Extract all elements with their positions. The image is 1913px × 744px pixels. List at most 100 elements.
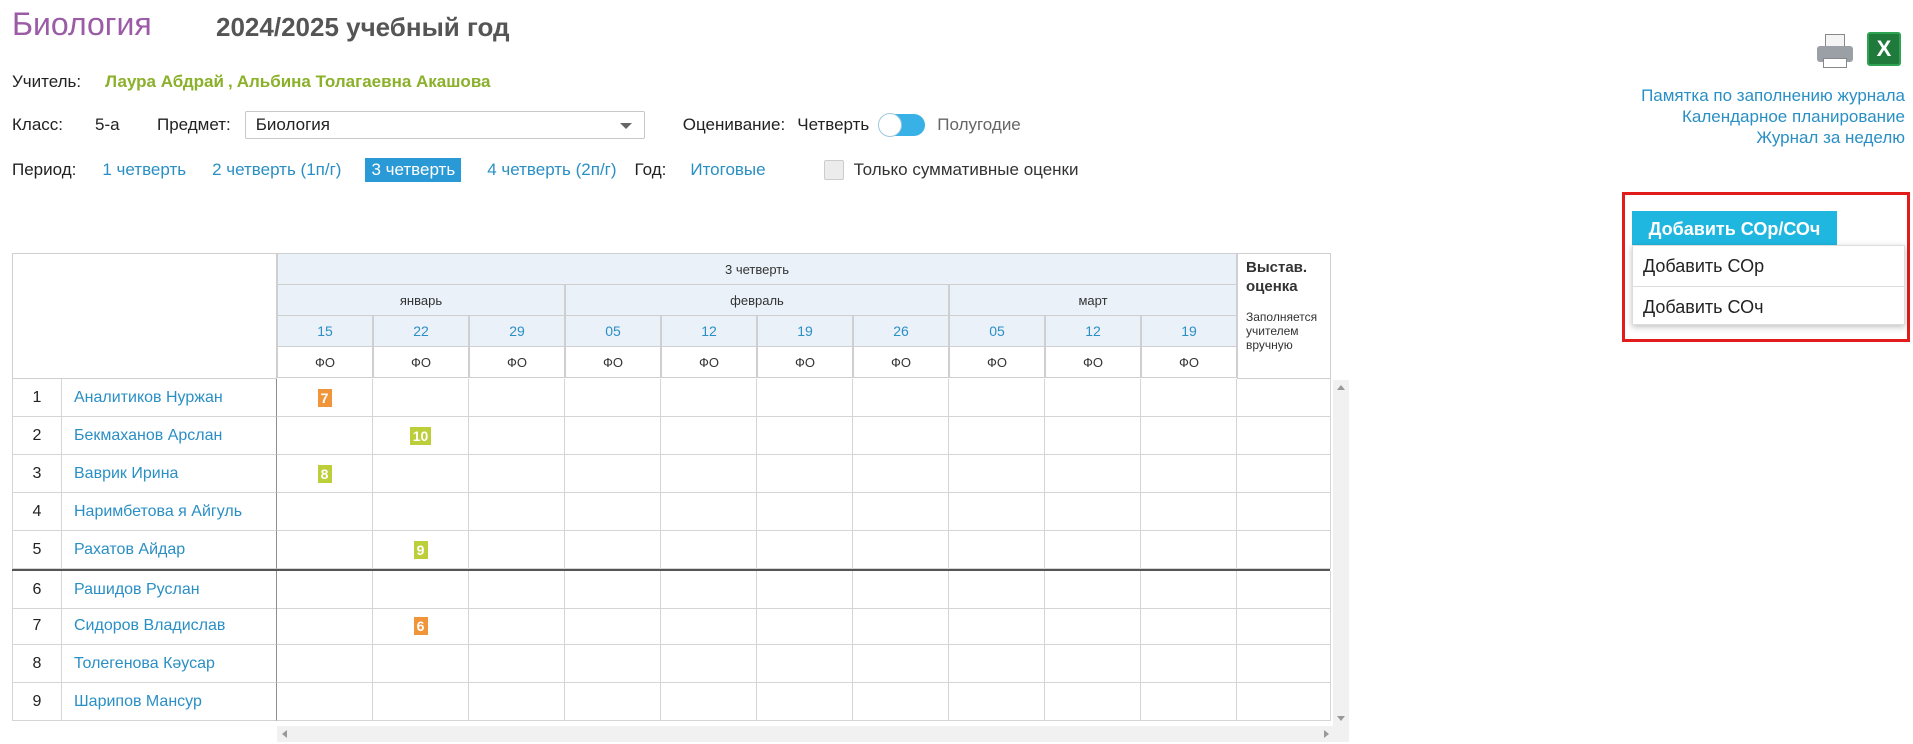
grade-cell[interactable]: 8 [277, 455, 373, 493]
grade-cell[interactable] [757, 607, 853, 645]
grade-cell[interactable] [373, 571, 469, 609]
grade-cell[interactable] [949, 531, 1045, 569]
grade-cell[interactable] [277, 571, 373, 609]
grade-cell[interactable] [1045, 645, 1141, 683]
grade-cell[interactable] [565, 607, 661, 645]
calendar-planning-link[interactable]: Календарное планирование [1641, 106, 1905, 127]
grade-cell[interactable] [661, 455, 757, 493]
grade-badge[interactable]: 9 [413, 540, 428, 559]
grade-cell[interactable] [1045, 683, 1141, 721]
grade-cell[interactable] [469, 571, 565, 609]
grade-cell[interactable] [1141, 683, 1237, 721]
grade-cell[interactable] [661, 571, 757, 609]
grade-badge[interactable]: 8 [317, 464, 332, 483]
student-name-link[interactable]: Ваврик Ирина [62, 455, 277, 493]
grade-cell[interactable] [1045, 455, 1141, 493]
grade-cell[interactable] [853, 571, 949, 609]
final-grade-cell[interactable] [1237, 645, 1331, 683]
grade-cell[interactable] [277, 493, 373, 531]
grade-cell[interactable] [277, 417, 373, 455]
student-name-link[interactable]: Рашидов Руслан [62, 571, 277, 609]
date-header[interactable]: 15 [277, 315, 373, 347]
grade-cell[interactable] [1141, 455, 1237, 493]
grade-cell[interactable] [1141, 571, 1237, 609]
grade-cell[interactable] [565, 683, 661, 721]
student-name-link[interactable]: Рахатов Айдар [62, 531, 277, 569]
grade-cell[interactable] [565, 493, 661, 531]
grade-cell[interactable] [757, 571, 853, 609]
grade-cell[interactable] [373, 455, 469, 493]
period-link[interactable]: 4 четверть (2п/г) [487, 160, 616, 180]
grade-cell[interactable] [277, 607, 373, 645]
grade-cell[interactable] [949, 571, 1045, 609]
grade-cell[interactable] [757, 683, 853, 721]
grade-cell[interactable] [853, 493, 949, 531]
grade-cell[interactable] [373, 683, 469, 721]
grade-badge[interactable]: 7 [317, 388, 332, 407]
student-name-link[interactable]: Сидоров Владислав [62, 607, 277, 645]
final-grade-cell[interactable] [1237, 531, 1331, 569]
grade-cell[interactable] [757, 379, 853, 417]
grade-cell[interactable] [757, 493, 853, 531]
grade-cell[interactable] [949, 455, 1045, 493]
year-final-link[interactable]: Итоговые [690, 160, 765, 180]
grade-badge[interactable]: 6 [413, 616, 428, 635]
grade-cell[interactable] [949, 607, 1045, 645]
grade-cell[interactable] [757, 531, 853, 569]
grade-cell[interactable] [1141, 493, 1237, 531]
final-grade-cell[interactable] [1237, 417, 1331, 455]
grade-cell[interactable] [1045, 493, 1141, 531]
grade-cell[interactable] [1141, 417, 1237, 455]
grade-cell[interactable] [1045, 531, 1141, 569]
grade-cell[interactable] [757, 417, 853, 455]
assessment-toggle[interactable] [878, 113, 926, 137]
grade-cell[interactable] [565, 455, 661, 493]
final-grade-cell[interactable] [1237, 379, 1331, 417]
student-name-link[interactable]: Аналитиков Нуржан [62, 379, 277, 417]
journal-guide-link[interactable]: Памятка по заполнению журнала [1641, 85, 1905, 106]
subject-select[interactable]: Биология [244, 111, 645, 139]
vertical-scrollbar[interactable] [1333, 380, 1349, 726]
date-header[interactable]: 26 [853, 315, 949, 347]
grade-cell[interactable] [1045, 571, 1141, 609]
grade-cell[interactable] [661, 645, 757, 683]
final-grade-cell[interactable] [1237, 455, 1331, 493]
date-header[interactable]: 12 [1045, 315, 1141, 347]
grade-cell[interactable] [469, 417, 565, 455]
student-name-link[interactable]: Шарипов Мансур [62, 683, 277, 721]
grade-cell[interactable] [661, 531, 757, 569]
summative-only-checkbox[interactable] [823, 160, 844, 180]
final-grade-cell[interactable] [1237, 607, 1331, 645]
grade-cell[interactable] [373, 645, 469, 683]
grade-cell[interactable] [949, 493, 1045, 531]
grade-cell[interactable] [853, 607, 949, 645]
date-header[interactable]: 22 [373, 315, 469, 347]
grade-cell[interactable] [853, 417, 949, 455]
student-name-link[interactable]: Толегенова Кəусар [62, 645, 277, 683]
grade-cell[interactable] [949, 683, 1045, 721]
grade-cell[interactable] [853, 645, 949, 683]
grade-cell[interactable] [1045, 417, 1141, 455]
grade-cell[interactable] [1141, 379, 1237, 417]
date-header[interactable]: 12 [661, 315, 757, 347]
grade-badge[interactable]: 10 [409, 426, 432, 445]
grade-cell[interactable] [949, 379, 1045, 417]
period-link-active[interactable]: 3 четверть [365, 158, 462, 182]
date-header[interactable]: 29 [469, 315, 565, 347]
date-header[interactable]: 05 [565, 315, 661, 347]
weekly-journal-link[interactable]: Журнал за неделю [1641, 127, 1905, 148]
grade-cell[interactable] [373, 493, 469, 531]
grade-cell[interactable] [949, 645, 1045, 683]
final-grade-cell[interactable] [1237, 493, 1331, 531]
period-link[interactable]: 1 четверть [102, 160, 186, 180]
grade-cell[interactable] [277, 531, 373, 569]
date-header[interactable]: 05 [949, 315, 1045, 347]
grade-cell[interactable] [469, 531, 565, 569]
grade-cell[interactable] [469, 379, 565, 417]
printer-icon[interactable] [1817, 32, 1853, 72]
date-header[interactable]: 19 [757, 315, 853, 347]
grade-cell[interactable] [853, 683, 949, 721]
period-link[interactable]: 2 четверть (1п/г) [212, 160, 341, 180]
student-name-link[interactable]: Бекмаханов Арслан [62, 417, 277, 455]
grade-cell[interactable] [661, 683, 757, 721]
